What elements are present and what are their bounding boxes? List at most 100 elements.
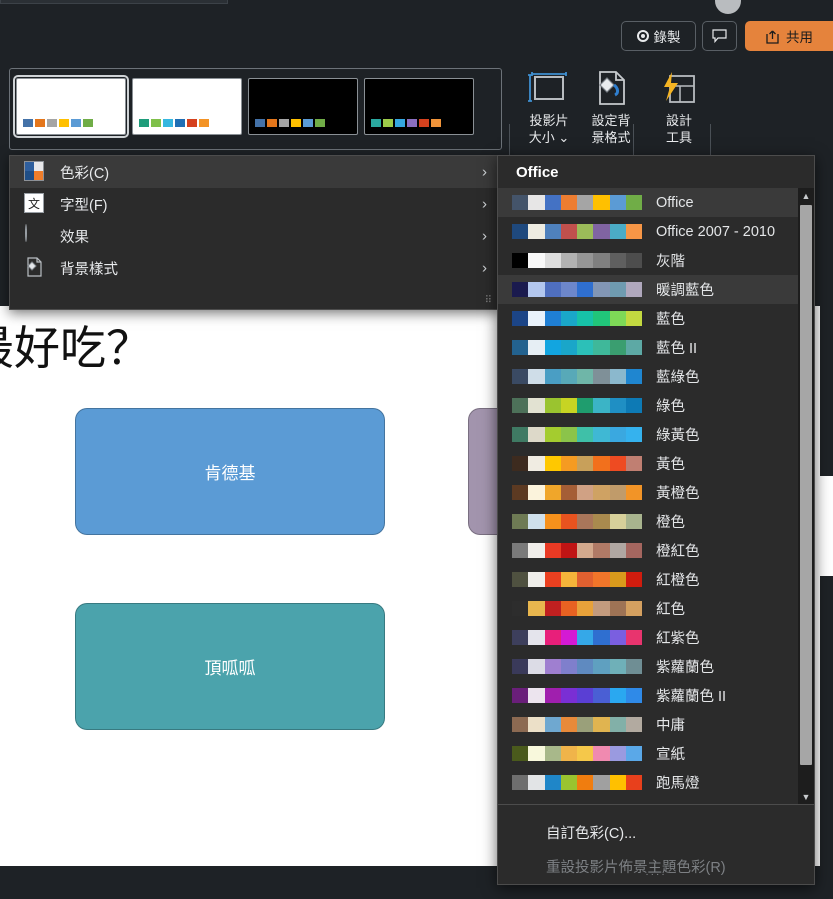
variant-swatch xyxy=(431,119,441,127)
palette-swatch xyxy=(609,224,626,239)
designer-lightning-icon xyxy=(664,72,695,103)
tab-stub[interactable] xyxy=(0,0,228,4)
variant-swatch xyxy=(371,119,381,127)
variant-swatch-row xyxy=(371,119,441,127)
palette-swatch xyxy=(512,485,529,500)
background-styles-icon xyxy=(24,257,46,279)
submenu-resize-grip[interactable]: ···· xyxy=(498,869,814,880)
theme-color-name: Office 2007 - 2010 xyxy=(656,223,776,240)
palette-swatch xyxy=(544,630,561,645)
palette-swatch xyxy=(528,456,545,471)
chevron-right-icon: › xyxy=(482,227,487,245)
scroll-up-arrow-icon[interactable]: ▲ xyxy=(798,188,814,203)
palette-swatch xyxy=(560,427,577,442)
variant-swatch-row xyxy=(23,119,93,127)
menu-resize-grip[interactable]: ⠿ xyxy=(485,295,493,306)
theme-color-name: 橙紅色 xyxy=(656,544,700,560)
palette-swatch xyxy=(625,514,642,529)
designer-button[interactable]: 設計 工具 xyxy=(648,68,710,148)
variant-swatch xyxy=(175,119,185,127)
palette-swatch xyxy=(609,514,626,529)
theme-color-row[interactable]: 橙色 xyxy=(498,507,798,536)
customize-colors-label: 自訂色彩(C)... xyxy=(546,825,637,842)
palette-swatch xyxy=(528,282,545,297)
theme-color-row[interactable]: 跑馬燈 xyxy=(498,768,798,797)
theme-color-row[interactable]: 紅紫色 xyxy=(498,623,798,652)
palette-swatch xyxy=(512,311,529,326)
theme-color-row[interactable]: 紅橙色 xyxy=(498,565,798,594)
shape-kfc[interactable]: 肯德基 xyxy=(75,408,385,535)
palette-swatch xyxy=(609,746,626,761)
variant-swatch xyxy=(59,119,69,127)
palette-swatch xyxy=(593,224,610,239)
theme-palette-preview xyxy=(512,630,642,645)
theme-color-row[interactable]: 綠色 xyxy=(498,391,798,420)
theme-variants-gallery[interactable] xyxy=(9,68,502,150)
theme-color-row[interactable]: 紅色 xyxy=(498,594,798,623)
theme-color-row[interactable]: 灰階 xyxy=(498,246,798,275)
palette-swatch xyxy=(577,427,594,442)
theme-color-row[interactable]: 藍綠色 xyxy=(498,362,798,391)
shape-dgg[interactable]: 頂呱呱 xyxy=(75,603,385,730)
theme-variant-1[interactable] xyxy=(13,75,129,138)
palette-swatch xyxy=(528,630,545,645)
palette-swatch xyxy=(512,369,529,384)
theme-color-row[interactable]: 藍色 xyxy=(498,304,798,333)
palette-swatch xyxy=(512,427,529,442)
palette-swatch xyxy=(528,746,545,761)
theme-color-row[interactable]: 橙紅色 xyxy=(498,536,798,565)
theme-color-row[interactable]: 中庸 xyxy=(498,710,798,739)
palette-swatch xyxy=(560,282,577,297)
comment-button[interactable] xyxy=(702,21,737,51)
slide-title[interactable]: 條最好吃？ xyxy=(0,312,152,378)
palette-swatch xyxy=(625,340,642,355)
theme-color-row[interactable]: 宣紙 xyxy=(498,739,798,768)
theme-color-row[interactable]: 藍色 II xyxy=(498,333,798,362)
theme-color-row[interactable]: Office 2007 - 2010 xyxy=(498,217,798,246)
theme-color-row[interactable]: 暖調藍色 xyxy=(498,275,798,304)
palette-swatch xyxy=(625,311,642,326)
palette-swatch xyxy=(528,775,545,790)
palette-swatch xyxy=(609,398,626,413)
theme-palette-preview xyxy=(512,427,642,442)
scrollbar-thumb[interactable] xyxy=(800,205,812,765)
design-dropdown-menu: 色彩(C) › 文 字型(F) › 效果 › 背景樣式 › ⠿ xyxy=(9,155,500,310)
ribbon: 投影片 大小 ⌄ 設定背 景格式 設計 工具 xyxy=(0,60,833,206)
palette-swatch xyxy=(593,717,610,732)
record-button[interactable]: 錄製 xyxy=(621,21,696,51)
menu-item-colors[interactable]: 色彩(C) › xyxy=(10,156,499,188)
avatar[interactable] xyxy=(715,0,741,14)
theme-variant-4[interactable] xyxy=(364,78,474,135)
theme-color-row[interactable]: Office xyxy=(498,188,798,217)
palette-swatch xyxy=(625,253,642,268)
variant-swatch xyxy=(187,119,197,127)
menu-item-fonts[interactable]: 文 字型(F) › xyxy=(10,188,499,220)
theme-palette-preview xyxy=(512,514,642,529)
palette-swatch xyxy=(544,514,561,529)
scroll-down-arrow-icon[interactable]: ▼ xyxy=(798,789,814,804)
theme-color-row[interactable]: 紫蘿蘭色 II xyxy=(498,681,798,710)
scrollbar[interactable]: ▲ ▼ xyxy=(798,188,814,804)
palette-swatch xyxy=(577,398,594,413)
theme-variant-3[interactable] xyxy=(248,78,358,135)
theme-palette-preview xyxy=(512,456,642,471)
customize-colors-button[interactable]: 自訂色彩(C)... xyxy=(498,815,814,849)
palette-swatch xyxy=(560,253,577,268)
menu-item-background-styles[interactable]: 背景樣式 › xyxy=(10,252,499,284)
menu-item-effects[interactable]: 效果 › xyxy=(10,220,499,252)
palette-swatch xyxy=(593,572,610,587)
theme-color-name: 紅色 xyxy=(656,602,685,618)
theme-variant-2[interactable] xyxy=(132,78,242,135)
chevron-right-icon: › xyxy=(482,195,487,213)
menu-item-effects-label: 效果 xyxy=(60,229,89,246)
theme-color-row[interactable]: 黃橙色 xyxy=(498,478,798,507)
theme-color-row[interactable]: 黃色 xyxy=(498,449,798,478)
variant-swatch xyxy=(291,119,301,127)
palette-swatch xyxy=(544,601,561,616)
theme-color-row[interactable]: 紫蘿蘭色 xyxy=(498,652,798,681)
record-circle-icon xyxy=(636,30,649,42)
slide-size-button[interactable]: 投影片 大小 ⌄ xyxy=(518,68,580,148)
share-button[interactable]: 共用 xyxy=(745,21,833,51)
format-background-button[interactable]: 設定背 景格式 xyxy=(580,68,642,148)
theme-color-row[interactable]: 綠黃色 xyxy=(498,420,798,449)
